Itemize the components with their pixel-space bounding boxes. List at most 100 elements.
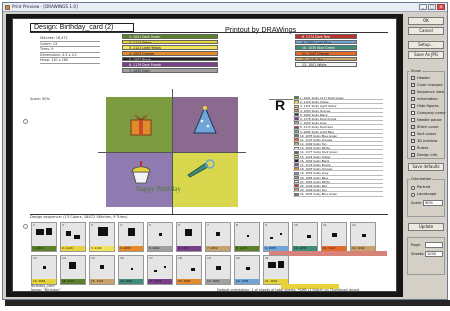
stop-number: 19 [207, 256, 211, 260]
thread-color-bar: 10. 1035 Blue Green [295, 45, 357, 51]
checkbox-label: Needle pause [417, 118, 442, 122]
checkbox-box[interactable]: ✓ [411, 97, 415, 101]
minimize-button[interactable]: _ [419, 4, 427, 10]
sequence-stop-thumbnail: 16 16. 1002 [118, 255, 144, 285]
thread-swatch [294, 129, 299, 133]
stitch-preview-shape [43, 266, 46, 269]
show-option-checkbox[interactable]: ✓ 3D preview [411, 139, 437, 143]
update-button[interactable]: Update [408, 223, 444, 231]
stitch-preview-shape [268, 262, 276, 268]
checkbox-box[interactable] [411, 146, 415, 150]
stop-table-text: 15. 1124 Sulky Yellow [300, 154, 331, 159]
checkbox-box[interactable]: ✓ [411, 125, 415, 129]
thread-swatch [294, 96, 299, 100]
checkbox-box[interactable] [411, 111, 415, 115]
checkbox-box[interactable] [411, 118, 415, 122]
checkbox-box[interactable]: ✓ [411, 76, 415, 80]
show-option-checkbox[interactable]: Sort colors [411, 132, 436, 136]
show-option-checkbox[interactable]: ✓ Design info [411, 153, 437, 157]
setup-button[interactable]: Setup... [408, 41, 444, 49]
stop-table-text: 10. 1035 Sulky Blue Green [300, 133, 338, 138]
color-bars-left: 1. 1001 Dark Green 2. 1124 Yellow 3. 1121 … [122, 34, 218, 74]
printout-sheet: Design: Birthday_card (2) Printout by DR… [12, 18, 397, 292]
checkbox-label: Stitch count [417, 125, 439, 129]
sequence-stop-thumbnail: 18 18. 1003 [176, 255, 202, 285]
design-name-box: Design: Birthday_card (2) [30, 23, 134, 32]
stop-number: 1 [33, 223, 35, 227]
checkbox-box[interactable] [411, 104, 415, 108]
thread-color-bar: 6. 1179 Dark Purple [122, 62, 218, 68]
checkbox-label: Color changes [417, 83, 443, 87]
page-input[interactable] [425, 242, 443, 248]
sequence-stop-thumbnail: 10 10. 1035 [292, 222, 318, 252]
save-defaults-button[interactable]: Save defaults [408, 163, 444, 171]
ok-button[interactable]: OK [408, 17, 444, 25]
sheets-input[interactable]: 1000 [425, 251, 443, 257]
show-option-checkbox[interactable]: ✓ Stitch count [411, 125, 439, 129]
show-option-checkbox[interactable]: ✓ Information [411, 97, 438, 101]
stop-number: 13 [33, 256, 37, 260]
stop-table-text: 8. 1174 Sulky Dark Red [300, 125, 333, 130]
checkbox-label: Sequence view [417, 90, 445, 94]
thread-swatch [294, 167, 299, 171]
show-option-checkbox[interactable]: Hide figures [411, 104, 439, 108]
show-option-checkbox[interactable]: ✓ Color changes [411, 83, 443, 87]
sequence-stop-thumbnail: 17 17. 1179 [147, 255, 173, 285]
sequence-stop-thumbnail: 7 7. 1052 [205, 222, 231, 252]
checkbox-box[interactable] [411, 132, 415, 136]
stop-color-label: 16. 1002 [119, 279, 143, 284]
show-option-checkbox[interactable]: ✓ Header [411, 76, 430, 80]
stop-color-label: 19. 1052 [206, 279, 230, 284]
sequence-stop-thumbnail: 15 15. 1124 [89, 255, 115, 285]
party-hat-icon [193, 105, 217, 134]
sequence-stop-thumbnail: 2 2. 1124 [60, 222, 86, 252]
stop-color-label: 2. 1124 [61, 246, 85, 251]
preview-canvas[interactable]: Design: Birthday_card (2) Printout by DR… [6, 14, 403, 297]
show-option-checkbox[interactable]: Needle pause [411, 118, 442, 122]
checkbox-box[interactable]: ✓ [411, 83, 415, 87]
maximize-button[interactable]: □ [428, 4, 436, 10]
color-stop-row: 1 1. 1001 2 2. 1124 3 3. 1121 4 4. 1003 5 5. 1002… [31, 222, 376, 252]
stitch-preview-shape [216, 266, 221, 270]
checkbox-label: Design info [417, 153, 438, 157]
show-option-checkbox[interactable]: Company name [411, 111, 445, 115]
stop-table-text: 1. 1001 Sulky 1177 Dark Green [300, 96, 344, 100]
checkbox-label: Company name [417, 111, 446, 115]
stitch-preview-shape [100, 265, 104, 269]
thread-swatch [294, 125, 299, 129]
close-button[interactable]: × [437, 4, 445, 10]
registration-marker [23, 224, 28, 229]
sequence-label: Design sequence: (13 Colors, 18472 Stitc… [30, 215, 128, 219]
thread-swatch [294, 171, 299, 175]
checkbox-label: Sort colors [417, 132, 437, 136]
print-preview-window: Print Preview - [DRAWINGS 1.0] _ □ × Des… [2, 2, 448, 300]
registration-marker [23, 119, 28, 124]
stop-color-label: 5. 1002 [148, 246, 172, 251]
landscape-radio[interactable] [411, 193, 415, 197]
stop-table-text: 11. 1147 Sulky Orange [300, 137, 333, 142]
orientation-group-label: Orientation [410, 177, 433, 181]
stop-number: 6 [178, 223, 180, 227]
stop-number: 10 [294, 223, 298, 227]
thread-swatch [294, 154, 299, 158]
checkbox-box[interactable]: ✓ [411, 139, 415, 143]
cancel-button[interactable]: Cancel [408, 27, 444, 35]
portrait-label: Portrait [417, 185, 431, 189]
checkbox-box[interactable]: ✓ [411, 153, 415, 157]
sequence-stop-thumbnail: 14 14. 1177 [60, 255, 86, 285]
save-jpg-button[interactable]: Save As JPG [408, 51, 444, 59]
stop-number: 4 [120, 223, 122, 227]
design-info-lines: Stitches: 18,472 Colors: 13 Trims: 9 Dim… [40, 36, 100, 64]
color-stop-table: 1. 1001 Sulky 1177 Dark Green 2. 1124 Sul… [293, 96, 383, 197]
stop-color-label: 3. 1121 [90, 246, 114, 251]
thread-color-bar: 3. 1121 Light Yellow [122, 45, 218, 51]
portrait-radio[interactable] [411, 186, 415, 190]
stop-number: 12 [352, 223, 356, 227]
checkbox-box[interactable]: ✓ [411, 90, 415, 94]
scale-input[interactable]: 90% [423, 200, 443, 206]
stitch-preview-shape [131, 268, 133, 270]
show-option-checkbox[interactable]: ✓ Sequence view [411, 90, 444, 94]
show-option-checkbox[interactable]: Rulers [411, 146, 428, 150]
stop-table-row: 24. 1035 Sulky Blue Green [293, 192, 383, 197]
design-preview: Happy Birthday [98, 89, 246, 215]
